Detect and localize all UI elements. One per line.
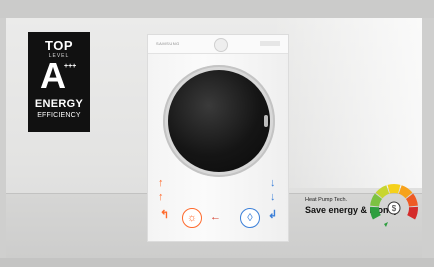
heat-pump-label: Heat Pump Tech. <box>305 197 348 203</box>
dial-knob <box>214 38 228 52</box>
bottom-border <box>0 258 434 267</box>
arrow-up-icon: ↑ <box>158 191 164 203</box>
gauge-segment <box>407 206 418 220</box>
energy-gauge: $ <box>370 184 418 227</box>
control-display <box>260 41 280 46</box>
energy-rating-badge: TOP LEVEL A +++ ENERGY EFFICIENCY <box>28 32 90 132</box>
arrow-corner-icon: ↲ <box>268 209 278 221</box>
coin-symbol: $ <box>392 204 397 213</box>
heat-pump-cycle-diagram: ↑ ↑ ↰ ☼ ← ◊ ↲ ↓ ↓ <box>152 172 282 238</box>
gauge-segment <box>370 206 381 220</box>
window-light <box>272 18 422 188</box>
brand-logo: SAMSUNG <box>156 41 180 46</box>
water-drop-icon: ◊ <box>240 208 260 228</box>
door-handle <box>264 115 268 127</box>
badge-grade: A <box>40 55 66 96</box>
gauge-pointer-icon <box>384 222 388 227</box>
product-banner: TOP LEVEL A +++ ENERGY EFFICIENCY SAMSUN… <box>0 0 434 267</box>
sun-icon: ☼ <box>182 208 202 228</box>
badge-plus: +++ <box>64 63 77 70</box>
badge-energy-text: ENERGY <box>34 98 84 110</box>
top-border <box>0 0 434 18</box>
door-glass <box>168 70 270 172</box>
control-panel: SAMSUNG <box>148 35 288 54</box>
gauge-segment <box>387 184 401 194</box>
arrow-down-icon: ↓ <box>270 177 276 189</box>
arrow-corner-icon: ↰ <box>160 209 170 221</box>
arrow-up-icon: ↑ <box>158 177 164 189</box>
badge-top-text: TOP <box>45 38 73 53</box>
arrow-left-icon: ← <box>210 211 221 223</box>
arrow-down-icon: ↓ <box>270 191 276 203</box>
badge-efficiency-text: EFFICIENCY <box>37 112 81 119</box>
